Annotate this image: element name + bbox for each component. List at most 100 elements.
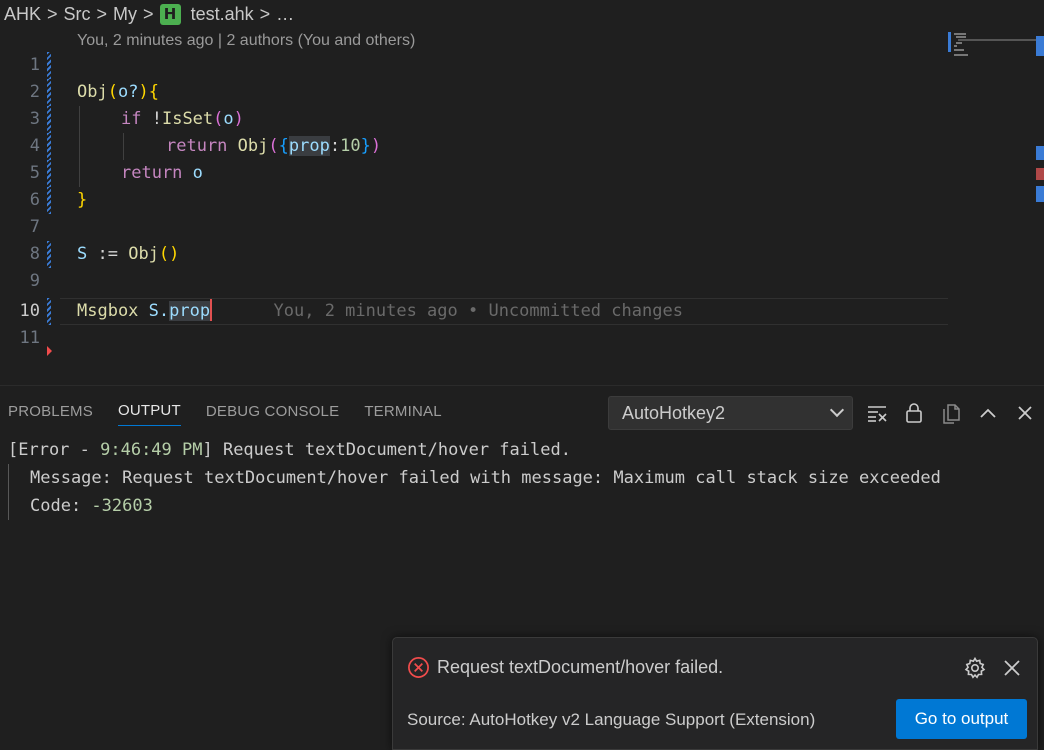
breadcrumb-item-symbols[interactable]: … — [276, 4, 294, 25]
minimap-line — [954, 45, 957, 47]
line-number-active: 10 — [19, 301, 40, 321]
chevron-down-icon — [829, 402, 845, 418]
line-number: 7 — [29, 217, 40, 237]
code-line-10[interactable]: Msgbox S.prop You, 2 minutes ago • Uncom… — [77, 298, 683, 325]
maximize-panel-button[interactable] — [971, 396, 1005, 430]
ruler-error-mark — [1036, 168, 1044, 180]
panel-actions — [860, 396, 1044, 430]
notification-message: Request textDocument/hover failed. — [437, 657, 724, 677]
ahk-file-icon: H — [159, 3, 181, 25]
output-channel-value: AutoHotkey2 — [622, 402, 726, 423]
line-number: 11 — [19, 328, 40, 348]
token: S — [77, 244, 88, 264]
minimap-line — [956, 42, 962, 44]
breadcrumb-item-file[interactable]: test.ahk — [191, 4, 254, 25]
git-added-marker[interactable] — [47, 160, 51, 187]
output-log[interactable]: [Error - 9:46:49 PM] Request textDocumen… — [0, 436, 1044, 520]
chevron-right-icon: > — [259, 3, 271, 24]
tab-debug-console[interactable]: DEBUG CONSOLE — [206, 397, 339, 426]
git-added-marker[interactable] — [47, 79, 51, 106]
open-output-in-editor-button[interactable] — [934, 396, 968, 430]
token: ) — [370, 136, 382, 156]
tab-terminal[interactable]: TERMINAL — [364, 397, 441, 426]
error-icon — [408, 657, 429, 678]
output-channel-select[interactable]: AutoHotkey2 — [608, 396, 853, 430]
error-notification: Request textDocument/hover failed. Sourc… — [392, 637, 1038, 750]
indent-guide — [123, 133, 124, 160]
code-line-4[interactable]: return Obj({prop:10}) — [166, 133, 381, 160]
token: ) — [169, 244, 180, 264]
git-deleted-marker[interactable] — [47, 346, 52, 356]
output-line: [Error - 9:46:49 PM] Request textDocumen… — [0, 436, 1044, 464]
panel-tabs: PROBLEMS OUTPUT DEBUG CONSOLE TERMINAL — [0, 386, 459, 436]
code-line-2[interactable]: Obj(o?){ — [77, 79, 159, 106]
minimap-line — [958, 39, 1038, 41]
token: ( — [213, 109, 224, 129]
minimap-line — [956, 36, 966, 38]
breadcrumb-item-my[interactable]: My — [113, 4, 137, 25]
token: 10 — [340, 136, 361, 156]
close-icon[interactable] — [1001, 657, 1023, 679]
line-number: 9 — [29, 271, 40, 291]
token: ( — [158, 244, 170, 264]
chevron-right-icon: > — [143, 3, 154, 24]
notification-source: Source: AutoHotkey v2 Language Support (… — [407, 710, 816, 729]
git-added-marker[interactable] — [47, 133, 51, 160]
minimap-line — [954, 33, 966, 35]
code-line-3[interactable]: if !IsSet(o) — [121, 106, 244, 133]
token: { — [278, 136, 289, 156]
copy-file-icon — [943, 404, 960, 424]
ruler-git-mark — [1036, 146, 1044, 160]
token: return — [121, 163, 183, 183]
chevron-right-icon: > — [96, 3, 108, 24]
tab-output[interactable]: OUTPUT — [117, 396, 181, 426]
line-number: 1 — [29, 55, 40, 75]
tab-problems[interactable]: PROBLEMS — [8, 397, 93, 426]
clear-output-button[interactable] — [860, 396, 894, 430]
token: o — [223, 109, 234, 129]
output-error-code: -32603 — [91, 496, 153, 516]
breadcrumb: AHK > Src > My > H test.ahk > … — [0, 0, 1044, 28]
git-added-marker[interactable] — [47, 298, 51, 325]
token: Obj — [128, 244, 159, 264]
minimap-line — [954, 49, 964, 51]
token: { — [148, 82, 159, 102]
gear-icon[interactable] — [963, 656, 987, 680]
inline-blame[interactable]: You, 2 minutes ago • Uncommitted changes — [274, 301, 683, 321]
clear-all-icon — [868, 406, 887, 422]
output-line: Message: Request textDocument/hover fail… — [8, 464, 1044, 492]
indent-guide — [79, 106, 80, 187]
token: o? — [117, 82, 139, 102]
token: : — [329, 136, 341, 156]
token: ) — [233, 109, 244, 129]
output-timestamp: 9:46:49 PM — [100, 440, 203, 460]
go-to-output-button[interactable]: Go to output — [896, 699, 1027, 739]
git-added-marker[interactable] — [47, 106, 51, 133]
overview-ruler[interactable] — [1036, 28, 1044, 385]
lock-icon — [906, 403, 922, 423]
minimap[interactable] — [948, 30, 1040, 56]
git-added-marker[interactable] — [47, 241, 51, 268]
code-line-8[interactable]: S := Obj() — [77, 241, 179, 268]
code-editor[interactable]: You, 2 minutes ago | 2 authors (You and … — [0, 28, 1044, 385]
token: ) — [138, 82, 149, 102]
code-line-5[interactable]: return o — [121, 160, 203, 187]
token: Obj — [77, 82, 108, 102]
line-number: 3 — [29, 109, 40, 129]
close-panel-button[interactable] — [1008, 396, 1042, 430]
token: S. — [148, 301, 170, 321]
breadcrumb-item-ahk[interactable]: AHK — [4, 4, 41, 25]
git-added-marker[interactable] — [47, 187, 51, 214]
code-line-6[interactable]: } — [77, 187, 87, 214]
token-highlighted: prop — [288, 136, 330, 156]
output-text: Code: — [30, 496, 92, 516]
lock-scroll-button[interactable] — [897, 396, 931, 430]
blame-header[interactable]: You, 2 minutes ago | 2 authors (You and … — [77, 32, 415, 50]
breadcrumb-item-src[interactable]: Src — [64, 4, 91, 25]
text-cursor — [210, 298, 213, 321]
token: := — [87, 244, 129, 264]
ruler-git-mark — [1036, 36, 1044, 56]
chevron-right-icon: > — [47, 3, 58, 24]
git-added-marker[interactable] — [47, 52, 51, 79]
token: o — [192, 163, 203, 183]
